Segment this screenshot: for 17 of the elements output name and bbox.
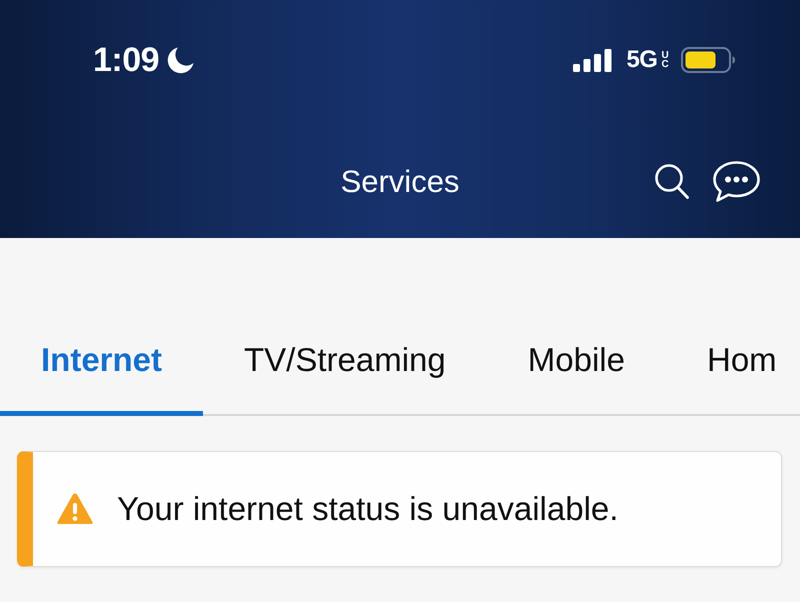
battery-icon: [681, 47, 736, 73]
chat-button[interactable]: [713, 161, 760, 202]
category-tab[interactable]: TV/Streaming: [203, 318, 487, 416]
search-button[interactable]: [655, 164, 689, 199]
signal-icon: [573, 48, 612, 72]
status-time: 1:09: [93, 43, 160, 77]
category-tab[interactable]: Internet: [0, 318, 204, 416]
category-tab[interactable]: Hom: [666, 318, 777, 416]
alert-message: Your internet status is unavailable.: [117, 488, 618, 528]
warning-icon: [56, 491, 94, 526]
network-suffix: UC: [661, 50, 667, 70]
chat-bubble-icon: [713, 161, 760, 202]
moon-icon: [167, 46, 196, 74]
category-tab[interactable]: Mobile: [486, 318, 666, 416]
search-icon: [655, 164, 689, 199]
page-title: Services: [340, 166, 460, 197]
network-type: 5G: [626, 48, 658, 72]
